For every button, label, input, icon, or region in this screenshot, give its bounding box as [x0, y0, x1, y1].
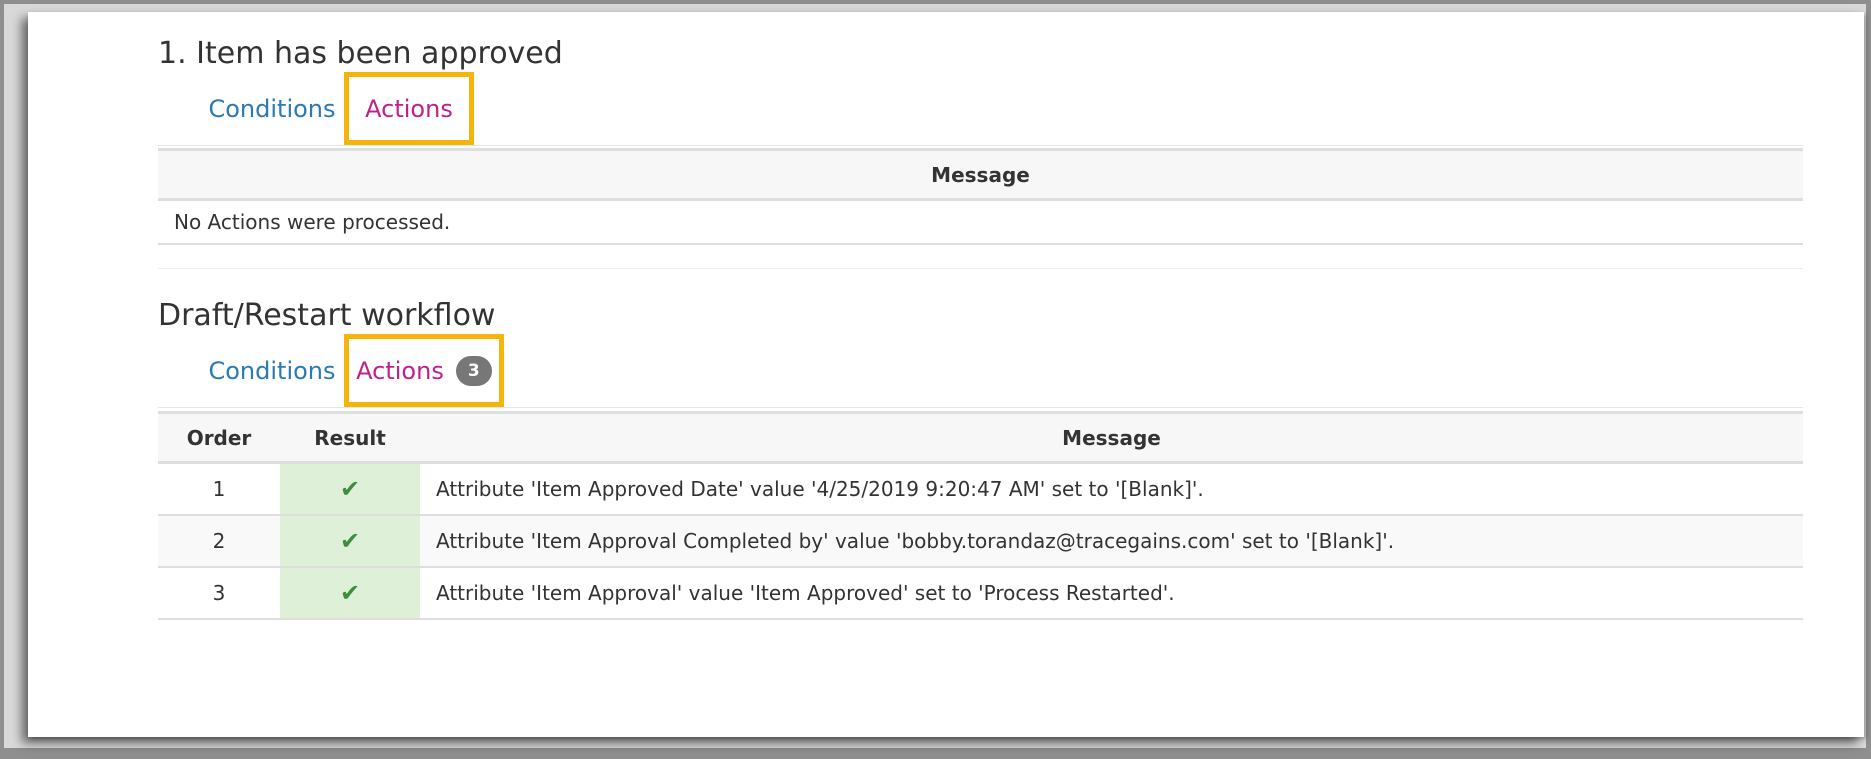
- tab-conditions[interactable]: Conditions: [208, 334, 335, 407]
- order-cell: 2: [158, 515, 280, 568]
- actions-count-badge: 3: [455, 355, 492, 386]
- tabs-draft-restart: Conditions Actions 3: [158, 334, 1803, 408]
- window-frame: 1. Item has been approved Conditions Act…: [4, 4, 1866, 748]
- workflow-panel: 1. Item has been approved Conditions Act…: [28, 12, 1864, 737]
- result-cell: ✔: [280, 462, 420, 516]
- actions-table-draft-restart: Order Result Message 1 ✔ Attribute 'Item…: [158, 411, 1803, 620]
- checkmark-icon: ✔: [339, 475, 361, 503]
- column-header-order: Order: [158, 411, 280, 464]
- tabs-item-approved: Conditions Actions: [158, 72, 1803, 146]
- result-cell: ✔: [280, 567, 420, 620]
- order-cell: 3: [158, 567, 280, 620]
- table-row: 1 ✔ Attribute 'Item Approved Date' value…: [158, 462, 1803, 516]
- message-cell: Attribute 'Item Approved Date' value '4/…: [420, 462, 1803, 516]
- result-cell: ✔: [280, 515, 420, 568]
- message-cell: Attribute 'Item Approval' value 'Item Ap…: [420, 567, 1803, 620]
- empty-message: No Actions were processed.: [158, 199, 1803, 245]
- table-row: 2 ✔ Attribute 'Item Approval Completed b…: [158, 515, 1803, 568]
- actions-table-item-approved: Message No Actions were processed.: [158, 148, 1803, 245]
- tab-conditions[interactable]: Conditions: [208, 72, 335, 145]
- checkmark-icon: ✔: [339, 527, 361, 555]
- tab-actions-label: Actions: [356, 356, 444, 385]
- section-divider: [158, 268, 1803, 269]
- checkmark-icon: ✔: [339, 579, 361, 607]
- tab-actions[interactable]: Actions 3: [344, 334, 504, 407]
- section-title-item-approved: 1. Item has been approved: [158, 36, 563, 71]
- message-cell: Attribute 'Item Approval Completed by' v…: [420, 515, 1803, 568]
- column-header-message: Message: [420, 411, 1803, 464]
- column-header-message: Message: [158, 148, 1803, 201]
- tab-actions[interactable]: Actions: [344, 72, 474, 145]
- table-row: 3 ✔ Attribute 'Item Approval' value 'Ite…: [158, 567, 1803, 620]
- column-header-result: Result: [280, 411, 420, 464]
- section-title-draft-restart: Draft/Restart workflow: [158, 298, 496, 333]
- order-cell: 1: [158, 462, 280, 516]
